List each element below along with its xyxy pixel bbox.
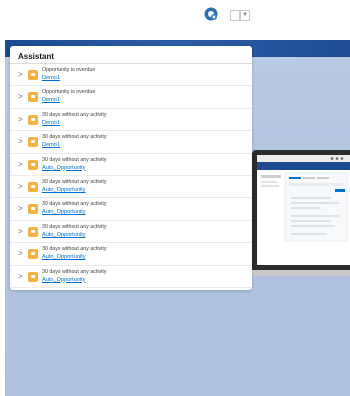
stepper-left[interactable] [230, 10, 240, 21]
chevron-right-icon[interactable]: > [18, 182, 23, 191]
assistant-item-message: Opportunity is overdue [42, 89, 96, 96]
assistant-item[interactable]: > 30 days without any activity Auto_Oppo… [10, 266, 252, 288]
assistant-list: > Opportunity is overdue Demo1 > Opportu… [10, 64, 252, 288]
assistant-item-record-link[interactable]: Demo1 [42, 142, 60, 148]
assistant-item[interactable]: > Opportunity is overdue Demo1 [10, 64, 252, 87]
assistant-item[interactable]: > 30 days without any activity Demo1 [10, 109, 252, 132]
assistant-item-record-link[interactable]: Demo1 [42, 97, 60, 103]
assistant-item-record-link[interactable]: Auto_Opportunity [42, 277, 86, 283]
assistant-item[interactable]: > Opportunity is overdue Demo1 [10, 86, 252, 109]
assistant-item-message: 30 days without any activity [42, 223, 107, 230]
task-icon [28, 181, 38, 192]
assistant-item[interactable]: > 30 days without any activity Auto_Oppo… [10, 176, 252, 199]
chevron-right-icon[interactable]: > [18, 250, 23, 258]
chevron-right-icon[interactable]: > [18, 227, 23, 236]
assistant-item-record-link[interactable]: Auto_Opportunity [42, 232, 86, 238]
assistant-item-record-link[interactable]: Auto_Opportunity [42, 187, 86, 193]
task-icon [28, 226, 38, 237]
assistant-item[interactable]: > 30 days without any activity Auto_Oppo… [10, 198, 252, 221]
assistant-title: Assistant [18, 52, 55, 61]
task-icon [28, 271, 38, 282]
laptop-screen [252, 150, 350, 270]
laptop-base [252, 270, 350, 276]
chevron-right-icon[interactable]: > [18, 71, 23, 79]
assistant-item-message: 30 days without any activity [42, 246, 107, 253]
assistant-item[interactable]: > 30 days without any activity Auto_Oppo… [10, 221, 252, 244]
assistant-panel: Assistant > Opportunity is overdue Demo1… [10, 46, 252, 290]
assistant-item-record-link[interactable]: Demo1 [42, 75, 60, 81]
assistant-item-message: 30 days without any activity [42, 134, 107, 141]
task-icon [28, 114, 38, 125]
assistant-item-record-link[interactable]: Auto_Opportunity [42, 165, 86, 171]
chevron-right-icon[interactable]: > [18, 115, 23, 124]
assistant-item-message: 30 days without any activity [42, 178, 107, 185]
chevron-right-icon[interactable]: > [18, 93, 23, 101]
assistant-item-record-link[interactable]: Demo1 [42, 120, 60, 126]
task-icon [28, 137, 38, 148]
assistant-item-message: 30 days without any activity [42, 201, 107, 208]
task-icon [28, 70, 38, 80]
assistant-item-record-link[interactable]: Auto_Opportunity [42, 254, 86, 260]
assistant-item-record-link[interactable]: Auto_Opportunity [42, 209, 86, 215]
assistant-item[interactable]: > 30 days without any activity Auto_Oppo… [10, 154, 252, 176]
chevron-right-icon[interactable]: > [18, 272, 23, 281]
assistant-item-message: 30 days without any activity [42, 111, 107, 118]
task-icon [28, 92, 38, 103]
task-icon [28, 159, 38, 170]
chevron-right-icon[interactable]: > [18, 138, 23, 146]
top-bar: ▼ [0, 0, 350, 40]
assistant-item-message: Opportunity is overdue [42, 67, 96, 73]
assistant-item-message: 30 days without any activity [42, 268, 107, 275]
laptop-illustration [252, 150, 350, 278]
task-icon [28, 249, 38, 260]
assistant-item[interactable]: > 30 days without any activity Auto_Oppo… [10, 243, 252, 266]
task-icon [28, 204, 38, 215]
chevron-right-icon[interactable]: > [18, 205, 23, 213]
stepper-dropdown-button[interactable]: ▼ [240, 10, 250, 21]
assistant-item[interactable]: > 30 days without any activity Demo1 [10, 131, 252, 154]
assistant-item-message: 30 days without any activity [42, 156, 107, 163]
chevron-right-icon[interactable]: > [18, 160, 23, 169]
laptop-screen-ui [257, 155, 350, 242]
laptop-display [257, 155, 350, 265]
setup-gear-icon[interactable] [203, 6, 219, 22]
